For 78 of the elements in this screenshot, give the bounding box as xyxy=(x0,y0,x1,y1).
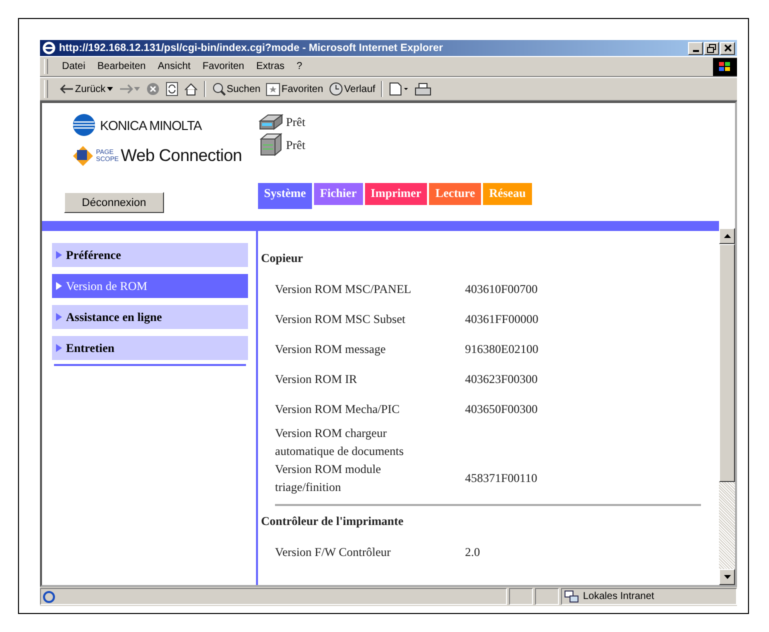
tab[interactable]: Imprimer xyxy=(364,183,428,205)
tab[interactable]: Système xyxy=(258,183,312,209)
caret-icon xyxy=(106,87,113,91)
brand-name: KONICA MINOLTA xyxy=(100,118,202,132)
favorites-button[interactable]: Favoriten xyxy=(264,82,326,96)
minimize-button[interactable] xyxy=(688,42,703,54)
refresh-icon xyxy=(166,82,178,96)
scroll-thumb[interactable] xyxy=(719,244,735,482)
row-label: Version ROM IR xyxy=(275,371,358,388)
row-label: Version ROM chargeur automatique de documents xyxy=(275,425,405,460)
left-arrow-icon xyxy=(60,84,74,94)
menu-item[interactable]: Ansicht xyxy=(152,61,197,72)
row-label: Version F/W Contrôleur xyxy=(275,544,392,561)
scroll-up-button[interactable] xyxy=(719,228,735,244)
device-status: Prêt xyxy=(286,138,306,152)
row-value: 458371F00110 xyxy=(465,470,538,486)
triangle-icon xyxy=(56,282,62,290)
row-value: 916380E02100 xyxy=(465,342,538,356)
up-arrow-icon xyxy=(724,234,730,238)
close-button[interactable] xyxy=(720,42,735,54)
close-icon xyxy=(724,44,732,52)
globe-logo-icon xyxy=(72,113,96,137)
down-arrow-icon xyxy=(724,575,730,579)
browser-logo-icon xyxy=(42,41,56,55)
copier-icon xyxy=(258,113,284,131)
caret-icon xyxy=(134,87,140,91)
right-arrow-icon xyxy=(118,84,133,94)
sidebar-item[interactable]: Préférence xyxy=(52,243,248,267)
menu-item[interactable]: Extras xyxy=(250,61,291,72)
row-value: 403610F00700 xyxy=(465,282,538,296)
row-label: Version ROM module triage/finition xyxy=(275,461,382,496)
printer-icon xyxy=(258,133,284,157)
clock-icon xyxy=(329,82,344,96)
tab[interactable]: Fichier xyxy=(314,183,363,205)
home-icon xyxy=(184,82,198,96)
security-zone: Lokales Intranet xyxy=(583,591,654,602)
restore-icon xyxy=(707,44,716,52)
triangle-icon xyxy=(56,251,62,259)
row-value: 403650F00300 xyxy=(465,402,538,416)
row-label: Version ROM MSC/PANEL xyxy=(275,281,412,298)
windows-logo-icon xyxy=(713,58,737,76)
refresh-button[interactable] xyxy=(164,82,180,96)
status-panel xyxy=(535,588,559,605)
triangle-icon xyxy=(56,313,62,321)
stop-icon xyxy=(146,82,160,96)
device-status: Prêt xyxy=(286,114,306,130)
row-label: Version ROM message xyxy=(275,341,387,358)
section-title: Contrôleur de l'imprimante xyxy=(261,514,404,529)
menu-item[interactable]: Datei xyxy=(56,61,92,72)
search-button[interactable]: Suchen xyxy=(210,82,262,96)
page-scope-logo-icon xyxy=(72,145,94,167)
scroll-down-button[interactable] xyxy=(719,569,735,585)
status-panel xyxy=(509,588,533,605)
menu-item[interactable]: ? xyxy=(290,61,308,72)
page-icon xyxy=(43,590,55,602)
printer-icon xyxy=(415,82,432,96)
sidebar-item[interactable]: Entretien xyxy=(52,336,248,360)
triangle-icon xyxy=(56,344,62,352)
menu-item[interactable]: Favoriten xyxy=(196,61,250,72)
history-button[interactable]: Verlauf xyxy=(327,82,378,96)
row-value: 2.0 xyxy=(465,544,480,560)
sidebar-item[interactable]: Version de ROM xyxy=(52,274,248,298)
print-button[interactable] xyxy=(413,82,434,96)
sidebar-item[interactable]: Assistance en ligne xyxy=(52,305,248,329)
search-icon xyxy=(212,82,226,96)
intranet-icon xyxy=(564,590,580,604)
window-title: http://192.168.12.131/psl/cgi-bin/index.cgi?mode - Microsoft Internet Explorer xyxy=(59,42,444,54)
document-icon xyxy=(389,82,410,96)
product-name: Web Connection xyxy=(120,146,242,166)
row-label: Version ROM Mecha/PIC xyxy=(275,401,401,418)
menu-item[interactable]: Bearbeiten xyxy=(91,61,152,72)
restore-button[interactable] xyxy=(704,42,719,54)
row-value: 403623F00300 xyxy=(465,372,538,386)
section-title: Copieur xyxy=(261,251,304,266)
row-value: 40361FF00000 xyxy=(465,312,538,326)
back-button[interactable]: Zurück xyxy=(58,84,115,94)
logout-button[interactable]: Déconnexion xyxy=(64,192,164,213)
row-label: Version ROM MSC Subset xyxy=(275,311,406,328)
